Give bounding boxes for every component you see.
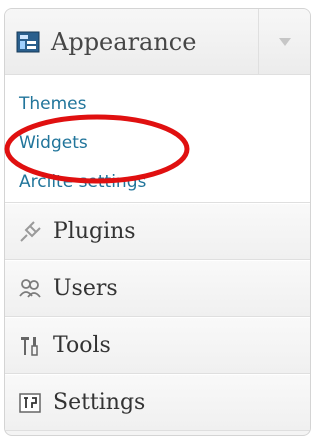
menu-item-users[interactable]: Users — [5, 260, 310, 317]
dropdown-arrow-icon — [278, 38, 291, 46]
tools-icon — [17, 333, 43, 359]
menu-item-plugins[interactable]: Plugins — [5, 203, 310, 260]
admin-sidebar-menu: Appearance Themes Widgets Arclite settin… — [4, 8, 311, 436]
menu-item-tools[interactable]: Tools — [5, 317, 310, 374]
appearance-label: Appearance — [51, 27, 197, 56]
submenu-item-themes[interactable]: Themes — [5, 85, 310, 124]
menu-item-settings[interactable]: Settings — [5, 374, 310, 431]
plug-icon — [17, 219, 43, 245]
plugins-label: Plugins — [53, 219, 136, 244]
users-label: Users — [53, 276, 118, 301]
appearance-submenu: Themes Widgets Arclite settings — [5, 75, 310, 203]
menu-item-appearance[interactable]: Appearance — [5, 9, 310, 75]
settings-icon — [17, 390, 43, 416]
appearance-icon — [15, 29, 41, 55]
submenu-item-arclite-settings[interactable]: Arclite settings — [5, 163, 310, 202]
tools-label: Tools — [53, 333, 111, 358]
users-icon — [17, 276, 43, 302]
appearance-toggle[interactable] — [258, 9, 310, 75]
settings-label: Settings — [53, 390, 146, 415]
submenu-item-widgets[interactable]: Widgets — [5, 124, 310, 163]
